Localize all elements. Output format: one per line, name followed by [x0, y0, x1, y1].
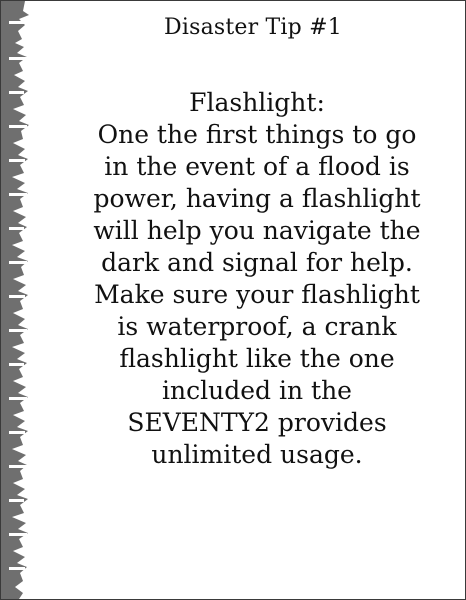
body-line: included in the: [162, 376, 352, 405]
body-line: Make sure your flashlight: [94, 280, 420, 309]
body-line: One the first things to go: [97, 120, 417, 149]
body-line: is waterproof, a crank: [117, 312, 397, 341]
disaster-tip-card: Disaster Tip #1 Flashlight: One the firs…: [0, 0, 466, 600]
torn-notebook-edge: [1, 1, 29, 599]
body-line: will help you navigate the: [93, 216, 421, 245]
body-line: SEVENTY2 provides: [127, 408, 387, 437]
body-line: Flashlight:: [189, 88, 325, 117]
body-line: unlimited usage.: [151, 440, 363, 469]
card-title: Disaster Tip #1: [164, 15, 342, 40]
body-line: in the event of a flood is: [104, 152, 410, 181]
body-line: flashlight like the one: [119, 344, 395, 373]
body-line: dark and signal for help.: [101, 248, 413, 277]
body-line: power, having a flashlight: [93, 184, 421, 213]
card-body: Flashlight: One the first things to go i…: [55, 87, 459, 471]
